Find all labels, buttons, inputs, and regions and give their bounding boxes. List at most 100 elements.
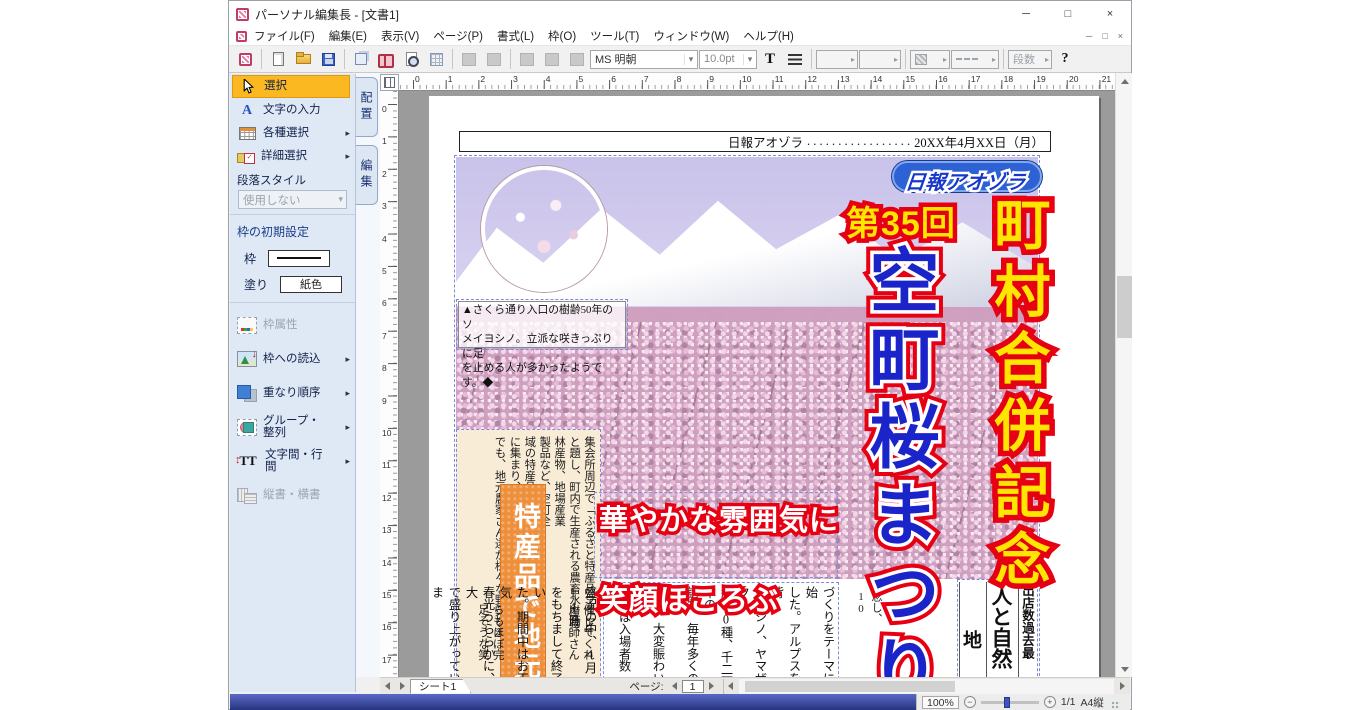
- frame-label: 枠: [244, 250, 256, 267]
- sidebar-item-select[interactable]: 選択: [232, 75, 350, 98]
- preview-icon: [406, 52, 417, 66]
- ruler-number: 5: [579, 74, 584, 84]
- newspaper-header-frame[interactable]: 日報アオゾラ . . . . . . . . . . . . . . . . .…: [459, 131, 1051, 152]
- disabled-icon: [520, 53, 534, 66]
- new-document-button[interactable]: [266, 48, 290, 70]
- paper-badge[interactable]: 日報アオゾラ 日報アオゾラ: [892, 161, 1042, 192]
- submenu-arrow-icon: [345, 151, 350, 162]
- menu-page[interactable]: ページ(P): [426, 28, 490, 44]
- open-button[interactable]: [291, 48, 315, 70]
- prev-page-button[interactable]: [667, 679, 682, 694]
- help-button[interactable]: ?: [1053, 48, 1077, 70]
- paragraph-marks-button[interactable]: [783, 48, 807, 70]
- prev-sheet-button[interactable]: [380, 679, 395, 694]
- sidebar-item-multi-select[interactable]: 各種選択: [230, 122, 355, 145]
- text-input-icon: [237, 102, 257, 119]
- status-bar: 100% − + 1/1 A4縦: [230, 694, 1130, 710]
- frame-style-button[interactable]: [233, 48, 257, 70]
- sidebar-item-char-spacing[interactable]: 文字間・行間: [230, 444, 355, 478]
- menu-edit[interactable]: 編集(E): [322, 28, 374, 44]
- window-title: パーソナル編集長 - [文書1]: [255, 6, 399, 23]
- next-sheet-button[interactable]: [395, 679, 410, 694]
- ruler-number: 9: [709, 74, 714, 84]
- document-canvas[interactable]: 日報アオゾラ . . . . . . . . . . . . . . . . .…: [399, 91, 1115, 677]
- chevron-right-icon: [943, 55, 947, 64]
- menu-frame[interactable]: 枠(O): [541, 28, 583, 44]
- next-page-button[interactable]: [704, 679, 719, 694]
- close-button[interactable]: ×: [1089, 1, 1131, 27]
- font-size-select[interactable]: 10.0pt: [699, 50, 757, 69]
- horizontal-scroll-thumb[interactable]: [745, 681, 955, 692]
- sidebar-item-frame-import[interactable]: 枠への読込: [230, 342, 355, 376]
- menu-tools[interactable]: ツール(T): [583, 28, 646, 44]
- ruler-number: 6: [382, 298, 387, 308]
- toolbar-separator: [452, 49, 453, 69]
- header-dots: . . . . . . . . . . . . . . . . .: [807, 134, 910, 149]
- font-family-select[interactable]: MS 明朝: [590, 50, 698, 69]
- fill-pattern-icon: [915, 54, 927, 65]
- submenu-arrow-icon: [345, 354, 350, 365]
- sidebar-item-frame-attributes: 枠属性: [230, 308, 355, 342]
- menu-view[interactable]: 表示(V): [374, 28, 426, 44]
- new-document-icon: [273, 52, 284, 66]
- circle-photo-frame[interactable]: [481, 166, 607, 292]
- frame-line-preview[interactable]: [268, 250, 330, 267]
- sidebar-item-label: 重なり順序: [263, 387, 321, 400]
- sheet-tab[interactable]: シート1: [410, 679, 471, 694]
- tab-layout[interactable]: 配置: [356, 77, 378, 137]
- minimize-button[interactable]: ─: [1005, 1, 1047, 27]
- menu-window[interactable]: ウィンドウ(W): [646, 28, 736, 44]
- save-button[interactable]: [316, 48, 340, 70]
- frame-style-icon: [239, 53, 252, 66]
- style-select-1: [816, 50, 858, 69]
- scroll-right-button[interactable]: [1115, 679, 1130, 694]
- zoom-slider[interactable]: [981, 701, 1039, 704]
- ruler-number: 19: [1036, 74, 1045, 84]
- frame-defaults-title: 枠の初期設定: [237, 223, 355, 240]
- preview-button[interactable]: [399, 48, 423, 70]
- scroll-up-button[interactable]: [1116, 73, 1133, 89]
- lead-text-frame[interactable]: 華やかな雰囲気に 華やかな雰囲気に 笑顔ほころぶ 笑顔ほころぶ: [594, 492, 838, 578]
- disabled-icon: [545, 53, 559, 66]
- kicker-text: 第35回: [846, 196, 956, 245]
- photo-caption-frame[interactable]: ▲さくら通り入口の樹齢50年のソ メイヨシノ。立派な咲きっぷりに足 を止める人が…: [458, 301, 626, 348]
- sidebar-item-text-input[interactable]: 文字の入力: [230, 99, 355, 122]
- print-icon: [355, 53, 367, 65]
- doc-close-button[interactable]: ×: [1118, 31, 1123, 41]
- grid-button[interactable]: [424, 48, 448, 70]
- chevron-down-icon: [338, 194, 343, 205]
- sidebar-item-group-align[interactable]: グループ・整列: [230, 410, 355, 444]
- ruler-number: 2: [480, 74, 485, 84]
- zoom-out-button[interactable]: −: [964, 696, 976, 708]
- text-format-button[interactable]: [758, 48, 782, 70]
- maximize-button[interactable]: □: [1047, 1, 1089, 27]
- page-number-box[interactable]: 1: [682, 680, 704, 693]
- doc-restore-button[interactable]: □: [1102, 31, 1107, 41]
- submenu-arrow-icon: [345, 422, 350, 433]
- doc-minimize-button[interactable]: ─: [1086, 31, 1092, 41]
- menu-file[interactable]: ファイル(F): [247, 28, 322, 44]
- page[interactable]: 日報アオゾラ . . . . . . . . . . . . . . . . .…: [429, 96, 1099, 677]
- fill-preview[interactable]: 紙色: [280, 276, 342, 293]
- zoom-in-button[interactable]: +: [1044, 696, 1056, 708]
- find-button[interactable]: [374, 48, 398, 70]
- sidebar-item-detail-select[interactable]: 詳細選択: [230, 145, 355, 168]
- scroll-down-button[interactable]: [1116, 661, 1133, 677]
- status-message-area: [230, 694, 916, 710]
- ruler-number: 10: [382, 428, 391, 438]
- sidebar-item-stack-order[interactable]: 重なり順序: [230, 376, 355, 410]
- fill-default-row: 塗り 紙色: [230, 271, 355, 297]
- divider: [230, 214, 355, 215]
- horizontal-scrollbar[interactable]: [739, 679, 1114, 694]
- ruler-number: 0: [415, 74, 420, 84]
- zoom-slider-thumb[interactable]: [1004, 697, 1010, 708]
- scroll-left-button[interactable]: [723, 679, 738, 694]
- text-direction-icon: [237, 487, 257, 504]
- menu-format[interactable]: 書式(L): [490, 28, 541, 44]
- vertical-scrollbar[interactable]: [1115, 73, 1132, 677]
- tab-edit[interactable]: 編集: [356, 145, 378, 205]
- vertical-scroll-thumb[interactable]: [1117, 276, 1132, 338]
- print-button[interactable]: [349, 48, 373, 70]
- sidebar-item-label: 文字の入力: [263, 104, 321, 117]
- menu-help[interactable]: ヘルプ(H): [736, 28, 800, 44]
